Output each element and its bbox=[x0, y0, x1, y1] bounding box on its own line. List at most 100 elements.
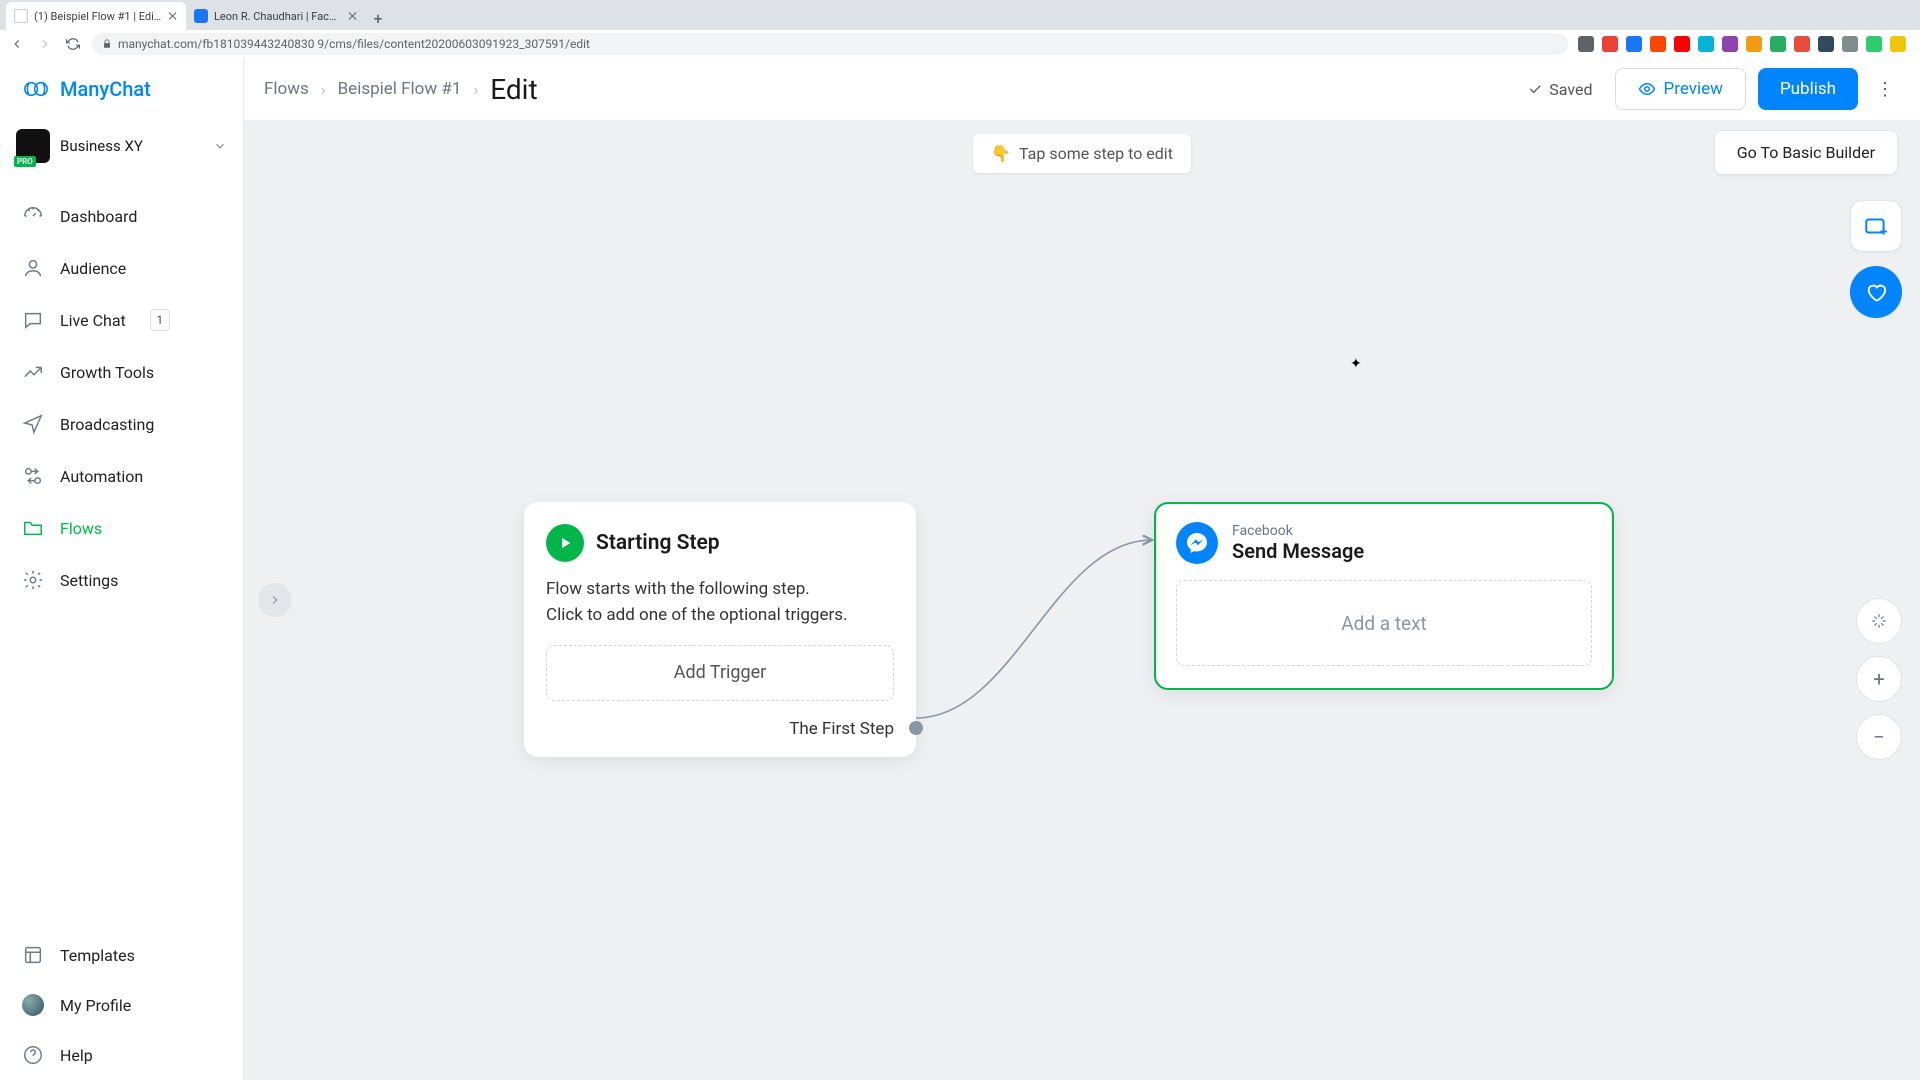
output-port[interactable] bbox=[909, 721, 923, 735]
ext-icon[interactable] bbox=[1866, 36, 1882, 52]
starting-step-node[interactable]: Starting Step Flow starts with the follo… bbox=[524, 502, 916, 757]
sidebar-item-label: Help bbox=[60, 1046, 93, 1065]
canvas-tools-rail bbox=[1850, 200, 1902, 318]
ext-icon[interactable] bbox=[1794, 36, 1810, 52]
ext-icon[interactable] bbox=[1674, 36, 1690, 52]
send-icon bbox=[22, 413, 44, 435]
brand-logo[interactable]: ManyChat bbox=[0, 58, 243, 120]
ext-icon[interactable] bbox=[1578, 36, 1594, 52]
user-icon bbox=[22, 257, 44, 279]
sidebar-item-label: Templates bbox=[60, 946, 135, 965]
sidebar-item-templates[interactable]: Templates bbox=[0, 930, 243, 980]
preview-button[interactable]: Preview bbox=[1615, 68, 1746, 110]
topbar: Flows › Beispiel Flow #1 › Edit Saved Pr… bbox=[244, 58, 1920, 120]
sidebar-item-broadcasting[interactable]: Broadcasting bbox=[0, 398, 243, 450]
cursor-indicator: ✦ bbox=[1350, 356, 1362, 372]
template-icon bbox=[22, 944, 44, 966]
manychat-logo-icon bbox=[22, 75, 50, 103]
sidebar-item-my-profile[interactable]: My Profile bbox=[0, 980, 243, 1030]
sidebar-item-label: My Profile bbox=[60, 996, 131, 1015]
ext-icon[interactable] bbox=[1650, 36, 1666, 52]
go-to-basic-builder-button[interactable]: Go To Basic Builder bbox=[1714, 130, 1898, 175]
publish-label: Publish bbox=[1780, 79, 1836, 99]
sparkle-icon bbox=[1870, 612, 1888, 630]
help-icon bbox=[22, 1044, 44, 1066]
check-icon bbox=[1527, 81, 1543, 97]
eye-icon bbox=[1638, 80, 1656, 98]
connection-edge bbox=[904, 550, 1164, 750]
browser-tab-1[interactable]: (1) Beispiel Flow #1 | Edit Cont bbox=[6, 2, 186, 30]
breadcrumb-current: Edit bbox=[490, 73, 537, 106]
sidebar-item-label: Live Chat bbox=[60, 311, 126, 330]
desc-line: Flow starts with the following step. bbox=[546, 576, 894, 602]
add-node-button[interactable] bbox=[1850, 200, 1902, 252]
hint-text: Tap some step to edit bbox=[1019, 144, 1173, 163]
heart-icon bbox=[1865, 281, 1887, 303]
url-text: manychat.com/fb181039443240830 9/cms/fil… bbox=[118, 37, 590, 51]
extension-icons bbox=[1578, 36, 1912, 52]
sidebar-item-audience[interactable]: Audience bbox=[0, 242, 243, 294]
sidebar-item-settings[interactable]: Settings bbox=[0, 554, 243, 606]
close-icon[interactable] bbox=[348, 11, 358, 21]
live-chat-badge: 1 bbox=[150, 309, 170, 331]
sidebar: ManyChat Business XY Dashboard Audience … bbox=[0, 58, 244, 1080]
sidebar-item-flows[interactable]: Flows bbox=[0, 502, 243, 554]
main-area: Flows › Beispiel Flow #1 › Edit Saved Pr… bbox=[244, 58, 1920, 1080]
add-trigger-button[interactable]: Add Trigger bbox=[546, 645, 894, 701]
more-button[interactable]: ⋮ bbox=[1870, 68, 1900, 110]
zoom-out-button[interactable]: − bbox=[1856, 714, 1902, 760]
forward-button[interactable] bbox=[36, 35, 54, 53]
lock-icon bbox=[102, 39, 112, 49]
gauge-icon bbox=[22, 205, 44, 227]
ext-icon[interactable] bbox=[1890, 36, 1906, 52]
auto-arrange-button[interactable] bbox=[1856, 598, 1902, 644]
workspace-name: Business XY bbox=[60, 137, 203, 155]
automation-icon bbox=[22, 465, 44, 487]
tab-title: Leon R. Chaudhari | Facebook bbox=[214, 10, 342, 23]
chat-icon bbox=[22, 309, 44, 331]
sidebar-item-help[interactable]: Help bbox=[0, 1030, 243, 1080]
preview-label: Preview bbox=[1664, 79, 1723, 99]
chevron-right-icon: › bbox=[321, 80, 326, 99]
ext-icon[interactable] bbox=[1626, 36, 1642, 52]
favicon-facebook bbox=[194, 9, 208, 23]
ext-icon[interactable] bbox=[1602, 36, 1618, 52]
back-button[interactable] bbox=[8, 35, 26, 53]
publish-button[interactable]: Publish bbox=[1758, 68, 1858, 110]
browser-tab-2[interactable]: Leon R. Chaudhari | Facebook bbox=[186, 2, 366, 30]
zoom-in-button[interactable]: + bbox=[1856, 656, 1902, 702]
sidebar-item-dashboard[interactable]: Dashboard bbox=[0, 190, 243, 242]
tab-strip: (1) Beispiel Flow #1 | Edit Cont Leon R.… bbox=[0, 0, 1920, 30]
sidebar-item-automation[interactable]: Automation bbox=[0, 450, 243, 502]
ext-icon[interactable] bbox=[1722, 36, 1738, 52]
app-shell: ManyChat Business XY Dashboard Audience … bbox=[0, 58, 1920, 1080]
saved-indicator: Saved bbox=[1527, 80, 1592, 99]
start-node-title: Starting Step bbox=[596, 531, 720, 555]
breadcrumb-root[interactable]: Flows bbox=[264, 79, 309, 99]
flow-canvas[interactable]: 👇 Tap some step to edit Go To Basic Buil… bbox=[244, 120, 1920, 1080]
workspace-switcher[interactable]: Business XY bbox=[0, 120, 243, 172]
secondary-nav: Templates My Profile Help bbox=[0, 930, 243, 1080]
canvas-hint: 👇 Tap some step to edit bbox=[973, 134, 1191, 173]
sidebar-item-label: Audience bbox=[60, 259, 126, 278]
ext-icon[interactable] bbox=[1842, 36, 1858, 52]
send-message-node[interactable]: Facebook Send Message Add a text bbox=[1154, 502, 1614, 690]
growth-icon bbox=[22, 361, 44, 383]
favorite-button[interactable] bbox=[1850, 266, 1902, 318]
address-bar[interactable]: manychat.com/fb181039443240830 9/cms/fil… bbox=[92, 33, 1568, 55]
card-plus-icon bbox=[1863, 213, 1889, 239]
start-node-description: Flow starts with the following step. Cli… bbox=[546, 576, 894, 629]
close-icon[interactable] bbox=[168, 11, 178, 21]
drawer-toggle[interactable] bbox=[258, 583, 292, 617]
breadcrumb-flow[interactable]: Beispiel Flow #1 bbox=[338, 79, 462, 99]
play-icon bbox=[546, 524, 584, 562]
new-tab-button[interactable]: + bbox=[366, 6, 390, 30]
sidebar-item-growth-tools[interactable]: Growth Tools bbox=[0, 346, 243, 398]
ext-icon[interactable] bbox=[1770, 36, 1786, 52]
ext-icon[interactable] bbox=[1746, 36, 1762, 52]
reload-button[interactable] bbox=[64, 35, 82, 53]
ext-icon[interactable] bbox=[1818, 36, 1834, 52]
add-text-button[interactable]: Add a text bbox=[1176, 580, 1592, 666]
sidebar-item-live-chat[interactable]: Live Chat 1 bbox=[0, 294, 243, 346]
ext-icon[interactable] bbox=[1698, 36, 1714, 52]
